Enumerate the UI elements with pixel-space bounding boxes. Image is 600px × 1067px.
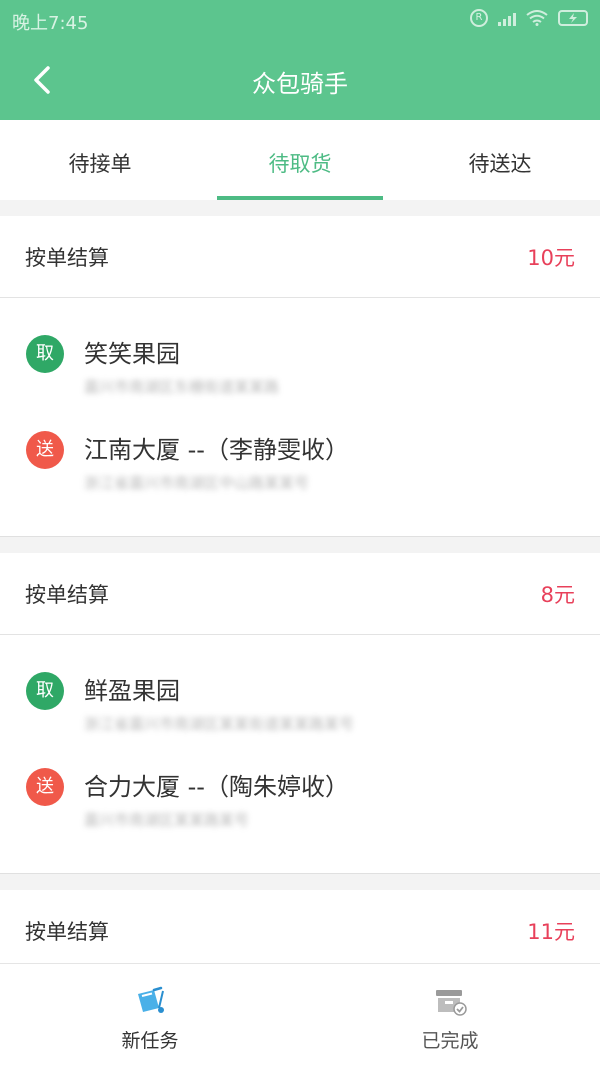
settlement-label: 按单结算 bbox=[25, 919, 109, 944]
tab-waiting-delivery[interactable]: 待送达 bbox=[400, 120, 600, 200]
nav-label: 已完成 bbox=[421, 1030, 479, 1052]
pickup-address: 浙江省嘉兴市南湖区某某街道某某路某号 bbox=[84, 715, 355, 733]
order-card-body: 取 鲜盈果园 浙江省嘉兴市南湖区某某街道某某路某号 送 合力大厦 --（陶朱婷收… bbox=[0, 635, 600, 873]
r-circle-icon: R bbox=[470, 9, 488, 27]
tab-label: 待取货 bbox=[268, 152, 332, 176]
order-price: 10元 bbox=[527, 245, 575, 270]
delivery-address: 嘉兴市南湖区某某路某号 bbox=[84, 811, 250, 829]
tab-label: 待接单 bbox=[68, 152, 132, 176]
delivery-address: 浙江省嘉兴市南湖区中山路某某号 bbox=[84, 474, 310, 492]
tab-waiting-accept[interactable]: 待接单 bbox=[0, 120, 200, 200]
page-title: 众包骑手 bbox=[252, 70, 348, 98]
nav-completed[interactable]: 已完成 bbox=[300, 964, 600, 1067]
pickup-badge-icon: 取 bbox=[26, 335, 64, 373]
wifi-icon bbox=[526, 10, 548, 26]
app-header: 众包骑手 bbox=[0, 40, 600, 120]
delivery-badge-icon: 送 bbox=[26, 431, 64, 469]
status-icons: R bbox=[470, 9, 588, 27]
delivery-stop: 送 江南大厦 --（李静雯收） 浙江省嘉兴市南湖区中山路某某号 bbox=[0, 416, 600, 512]
pickup-name: 笑笑果园 bbox=[84, 340, 180, 368]
completed-icon bbox=[436, 990, 467, 1016]
nav-label: 新任务 bbox=[121, 1030, 179, 1052]
delivery-name: 江南大厦 --（李静雯收） bbox=[84, 436, 349, 464]
pickup-badge-icon: 取 bbox=[26, 672, 64, 710]
order-price: 8元 bbox=[540, 582, 575, 607]
order-card-header: 按单结算 11元 bbox=[0, 890, 600, 972]
signal-icon bbox=[498, 10, 516, 26]
nav-new-task[interactable]: 新任务 bbox=[0, 964, 300, 1067]
delivery-name: 合力大厦 --（陶朱婷收） bbox=[84, 773, 349, 801]
order-status-tabs: 待接单 待取货 待送达 bbox=[0, 120, 600, 200]
pickup-stop: 取 笑笑果园 嘉兴市南湖区东栅街道某某路 bbox=[0, 320, 600, 416]
delivery-badge-icon: 送 bbox=[26, 768, 64, 806]
battery-icon bbox=[558, 10, 588, 26]
status-time: 晚上7:45 bbox=[12, 13, 89, 34]
order-price: 11元 bbox=[527, 919, 575, 944]
settlement-label: 按单结算 bbox=[25, 582, 109, 607]
tab-waiting-pickup[interactable]: 待取货 bbox=[200, 120, 400, 200]
tab-label: 待送达 bbox=[468, 152, 532, 176]
settlement-label: 按单结算 bbox=[25, 245, 109, 270]
order-card[interactable]: 按单结算 10元 取 笑笑果园 嘉兴市南湖区东栅街道某某路 送 江南大厦 --（… bbox=[0, 216, 600, 537]
status-bar: 晚上7:45 R bbox=[0, 0, 600, 40]
order-card[interactable]: 按单结算 8元 取 鲜盈果园 浙江省嘉兴市南湖区某某街道某某路某号 送 合力大厦… bbox=[0, 553, 600, 874]
new-task-icon bbox=[138, 986, 164, 1013]
pickup-address: 嘉兴市南湖区东栅街道某某路 bbox=[84, 378, 280, 396]
order-card[interactable]: 按单结算 11元 bbox=[0, 890, 600, 973]
pickup-name: 鲜盈果园 bbox=[84, 677, 180, 705]
order-card-header: 按单结算 10元 bbox=[0, 216, 600, 298]
bottom-nav: 新任务 已完成 bbox=[0, 963, 600, 1067]
order-list: 按单结算 10元 取 笑笑果园 嘉兴市南湖区东栅街道某某路 送 江南大厦 --（… bbox=[0, 200, 600, 973]
pickup-stop: 取 鲜盈果园 浙江省嘉兴市南湖区某某街道某某路某号 bbox=[0, 657, 600, 753]
delivery-stop: 送 合力大厦 --（陶朱婷收） 嘉兴市南湖区某某路某号 bbox=[0, 753, 600, 849]
order-card-body: 取 笑笑果园 嘉兴市南湖区东栅街道某某路 送 江南大厦 --（李静雯收） 浙江省… bbox=[0, 298, 600, 536]
order-card-header: 按单结算 8元 bbox=[0, 553, 600, 635]
